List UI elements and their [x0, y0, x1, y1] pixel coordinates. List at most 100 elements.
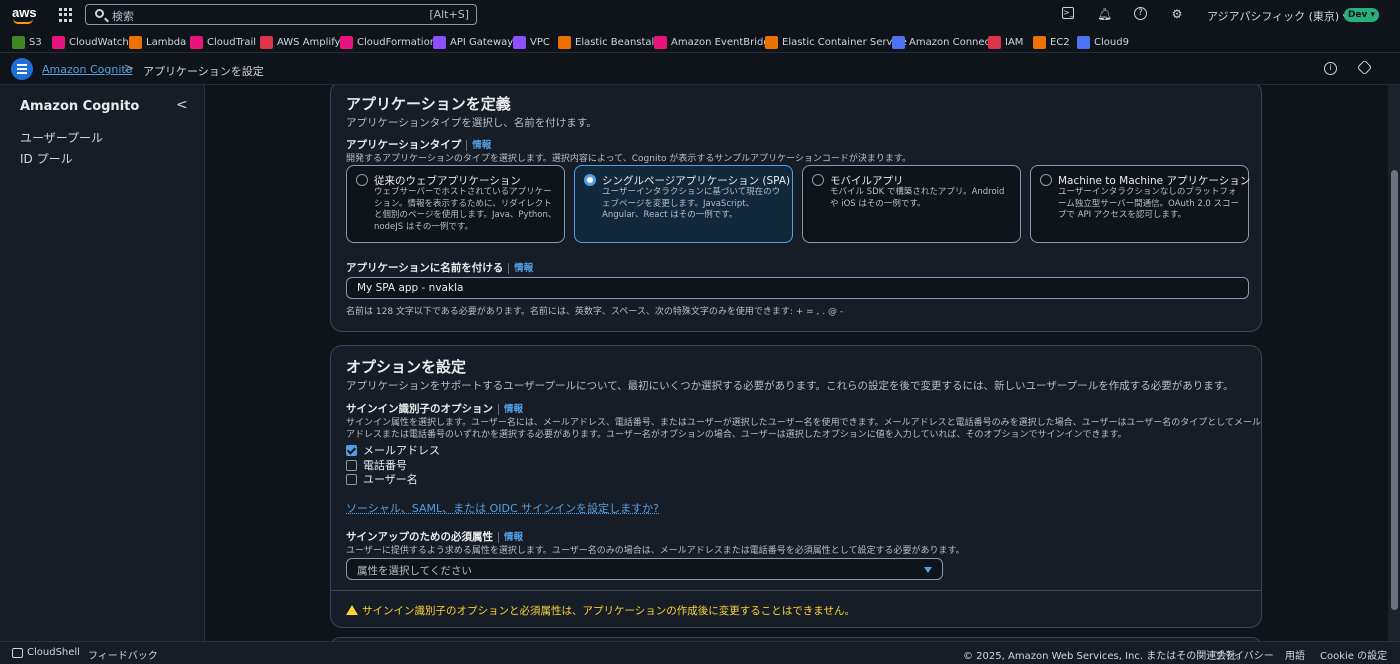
favorite-label: Elastic Container Service [782, 36, 907, 48]
checkbox-email[interactable]: メールアドレス [346, 442, 440, 458]
sidebar-item-user-pools[interactable]: ユーザープール [20, 129, 103, 146]
application-name-input[interactable]: My SPA app - nvakla [346, 277, 1249, 299]
cloudshell-icon[interactable]: >_ [1062, 7, 1074, 19]
app-type-tile-spa[interactable]: シングルページアプリケーション (SPA) ユーザーインタラクションに基づいて現… [574, 165, 793, 243]
required-attributes-select[interactable]: 属性を選択してください [346, 558, 943, 580]
feedback-link[interactable]: フィードバック [88, 647, 158, 662]
favorite-api-gateway[interactable]: API Gateway [433, 34, 513, 50]
app-type-tile-mobile[interactable]: モバイルアプリ モバイル SDK で構築されたアプリ。Android や iOS… [802, 165, 1021, 243]
iam-icon [988, 35, 1001, 49]
favorite-lambda[interactable]: Lambda [129, 34, 186, 50]
checkbox[interactable] [346, 473, 357, 485]
label-text: サインイン識別子のオプション [346, 403, 493, 415]
section-title: オプションを設定 [346, 358, 467, 376]
ec2-icon [1033, 35, 1046, 49]
favorite-ec2[interactable]: EC2 [1033, 34, 1070, 50]
copyright-text: © 2025, Amazon Web Services, Inc. またはその関… [963, 651, 1247, 662]
account-badge[interactable]: Dev ▾ [1344, 8, 1379, 22]
application-name-label: アプリケーションに名前を付ける 情報 [346, 260, 534, 275]
vpc-icon [513, 35, 526, 49]
favorite-beanstalk[interactable]: Elastic Beanstalk [558, 34, 660, 50]
tile-title: モバイルアプリ [830, 175, 904, 187]
favorites-bar: S3 CloudWatch Lambda CloudTrail AWS Ampl… [0, 30, 1400, 53]
radio-button[interactable] [356, 174, 368, 186]
favorite-amplify[interactable]: AWS Amplify [260, 34, 340, 50]
signin-options-label: サインイン識別子のオプション 情報 [346, 401, 524, 416]
top-navigation: aws 検索 [Alt+S] >_ 🔔︎ ? ⚙ アジアパシフィック (東京) … [0, 0, 1400, 30]
sidebar-item-identity-pools[interactable]: ID プール [20, 150, 73, 167]
search-icon [95, 9, 104, 18]
app-type-tile-traditional-web[interactable]: 従来のウェブアプリケーション ウェブサーバーでホストされているアプリケーション。… [346, 165, 565, 243]
tools-panel-icon[interactable] [1356, 59, 1373, 76]
cloudtrail-icon [190, 35, 203, 49]
favorite-cloudformation[interactable]: CloudFormation [340, 34, 436, 50]
region-selector[interactable]: アジアパシフィック (東京) ▾ [1207, 8, 1348, 24]
checkbox-username[interactable]: ユーザー名 [346, 471, 418, 487]
tile-description: ウェブサーバーでホストされているアプリケーション。情報を表示するために、リダイレ… [374, 187, 557, 232]
main-content: アプリケーションを定義 アプリケーションタイプを選択し、名前を付けます。 アプリ… [206, 85, 1386, 641]
favorite-label: Lambda [146, 36, 187, 48]
favorite-label: Amazon EventBridge [671, 36, 776, 48]
search-input[interactable]: 検索 [Alt+S] [85, 4, 477, 25]
caret-down-icon [924, 567, 932, 573]
cloudwatch-icon [52, 35, 65, 49]
beanstalk-icon [558, 35, 571, 49]
breadcrumb-cognito[interactable]: Amazon Cognito [42, 63, 132, 76]
favorite-connect[interactable]: Amazon Connect [892, 34, 994, 50]
info-link[interactable]: 情報 [498, 532, 524, 543]
cloudshell-icon [12, 648, 23, 658]
favorite-cloud9[interactable]: Cloud9 [1077, 34, 1129, 50]
page-scrollbar[interactable] [1388, 85, 1400, 641]
footer: CloudShell フィードバック © 2025, Amazon Web Se… [0, 641, 1400, 664]
s3-icon [12, 35, 25, 49]
checkbox-checked[interactable] [346, 444, 357, 456]
favorite-vpc[interactable]: VPC [513, 34, 550, 50]
label-text: アプリケーションタイプ [346, 139, 462, 151]
amplify-icon [260, 35, 273, 49]
app-type-tile-m2m[interactable]: Machine to Machine アプリケーション ユーザーインタラクション… [1030, 165, 1251, 243]
favorite-cloudtrail[interactable]: CloudTrail [190, 34, 256, 50]
favorite-label: CloudWatch [69, 36, 129, 48]
aws-logo[interactable]: aws [12, 5, 37, 25]
label-text: サインアップのための必須属性 [346, 531, 493, 543]
breadcrumb-bar: Amazon Cognito > アプリケーションを設定 i [0, 54, 1400, 85]
lambda-icon [129, 35, 142, 49]
warning-text: サインイン識別子のオプションと必須属性は、アプリケーションの作成後に変更すること… [362, 605, 855, 617]
bell-icon[interactable]: 🔔︎ [1097, 7, 1112, 21]
signup-attributes-description: ユーザーに提供するよう求める属性を選択します。ユーザー名のみの場合は、メールアド… [346, 546, 965, 556]
chevron-left-icon[interactable]: < [176, 97, 188, 113]
favorite-label: CloudFormation [357, 36, 437, 48]
radio-button[interactable] [1040, 174, 1052, 186]
info-link[interactable]: 情報 [508, 263, 534, 274]
tile-title: Machine to Machine アプリケーション [1058, 175, 1251, 187]
favorite-label: CloudTrail [207, 36, 256, 48]
tile-description: モバイル SDK で構築されたアプリ。Android や iOS はその一例です… [830, 187, 1005, 209]
favorite-ecs[interactable]: Elastic Container Service [765, 34, 907, 50]
info-link[interactable]: 情報 [498, 404, 524, 415]
social-saml-oidc-link[interactable]: ソーシャル、SAML、または OIDC サインインを設定しますか? [346, 500, 659, 516]
favorite-label: S3 [29, 36, 42, 48]
tile-description: ユーザーインタラクションなしのプラットフォーム独立型サーバー間通信。OAuth … [1058, 187, 1240, 220]
privacy-link[interactable]: プライバシー [1214, 647, 1274, 662]
terms-link[interactable]: 用語 [1285, 647, 1305, 662]
help-icon[interactable]: ? [1134, 7, 1147, 20]
radio-button-selected[interactable] [584, 174, 596, 186]
checkbox[interactable] [346, 459, 357, 471]
menu-toggle-button[interactable] [11, 58, 33, 80]
tile-description: ユーザーインタラクションに基づいて現在のウェブページを変更します。JavaScr… [602, 187, 781, 220]
radio-button[interactable] [812, 174, 824, 186]
cloudshell-link[interactable]: CloudShell [27, 647, 80, 658]
ecs-icon [765, 35, 778, 49]
gear-icon[interactable]: ⚙ [1170, 7, 1184, 21]
info-link[interactable]: 情報 [466, 140, 492, 151]
favorite-s3[interactable]: S3 [12, 34, 42, 50]
services-grid-icon[interactable] [59, 8, 73, 22]
favorite-iam[interactable]: IAM [988, 34, 1023, 50]
application-name-hint: 名前は 128 文字以下である必要があります。名前には、英数字、スペース、次の特… [346, 307, 844, 317]
favorite-cloudwatch[interactable]: CloudWatch [52, 34, 129, 50]
cookie-settings-link[interactable]: Cookie の設定 [1320, 647, 1387, 662]
scrollbar-thumb[interactable] [1391, 170, 1398, 610]
favorite-eventbridge[interactable]: Amazon EventBridge [654, 34, 776, 50]
signin-options-description-2: アドレスまたは電話番号のいずれかを選択する必要があります。ユーザー名がオプション… [346, 430, 1127, 440]
info-panel-icon[interactable]: i [1324, 62, 1337, 75]
